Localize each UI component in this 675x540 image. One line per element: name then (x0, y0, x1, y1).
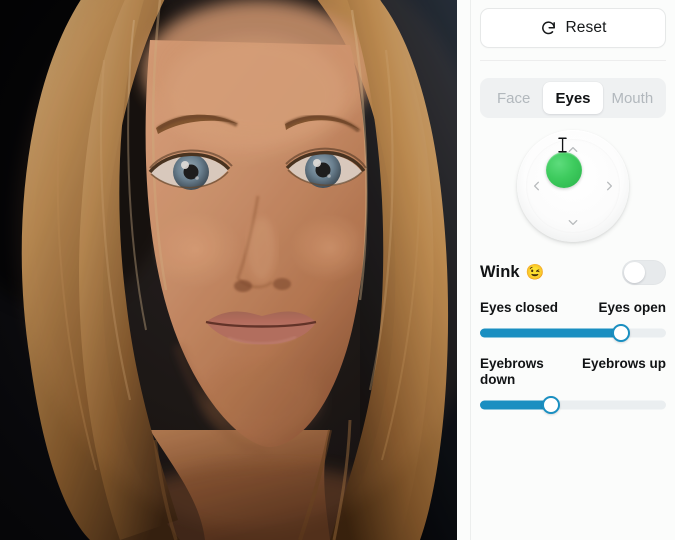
eyebrows-height-group: Eyebrows down Eyebrows up (480, 356, 666, 415)
eyebrows-height-slider[interactable] (480, 396, 666, 415)
gaze-joystick[interactable] (517, 130, 629, 242)
tab-mouth-label: Mouth (611, 89, 654, 107)
chevron-left-icon[interactable] (529, 179, 544, 194)
eyes-openness-labels: Eyes closed Eyes open (480, 300, 666, 317)
wink-row: Wink 😉 (480, 258, 666, 286)
eyes-openness-fill (480, 328, 622, 338)
eyebrows-height-labels: Eyebrows down Eyebrows up (480, 356, 666, 389)
eyes-openness-group: Eyes closed Eyes open (480, 300, 666, 342)
controls-panel: Reset Face Eyes Mouth Wink 😉 Eyes closed… (471, 0, 675, 540)
chevron-right-icon[interactable] (602, 179, 617, 194)
tab-face[interactable]: Face (484, 82, 543, 114)
section-divider (480, 60, 666, 61)
tab-face-label: Face (496, 89, 531, 107)
wink-toggle-knob (624, 261, 645, 283)
winking-face-icon: 😉 (525, 263, 545, 281)
reset-button-label: Reset (565, 19, 607, 36)
reset-button[interactable]: Reset (480, 8, 666, 48)
refresh-cw-icon (540, 20, 557, 37)
tab-mouth[interactable]: Mouth (603, 82, 662, 114)
feature-tabbar: Face Eyes Mouth (480, 78, 666, 118)
eyebrows-height-max-label: Eyebrows up (581, 355, 666, 371)
portrait-image (0, 0, 457, 540)
eyebrows-height-min-label: Eyebrows down (480, 355, 544, 388)
wink-label: Wink (480, 262, 520, 281)
gaze-joystick-wrap (480, 130, 666, 248)
tab-eyes[interactable]: Eyes (543, 82, 603, 114)
tab-eyes-label: Eyes (555, 89, 591, 107)
eyes-openness-min-label: Eyes closed (480, 300, 559, 315)
eyes-openness-slider[interactable] (480, 323, 666, 342)
wink-toggle[interactable] (622, 259, 666, 285)
eyes-openness-thumb[interactable] (612, 323, 631, 342)
face-editor-app: Reset Face Eyes Mouth Wink 😉 Eyes closed… (0, 0, 675, 540)
pane-divider (457, 0, 471, 540)
eyebrows-height-thumb[interactable] (541, 396, 560, 415)
chevron-down-icon[interactable] (566, 215, 581, 230)
portrait-preview[interactable] (0, 0, 457, 540)
eyes-openness-max-label: Eyes open (598, 300, 666, 315)
eyebrows-height-fill (480, 400, 551, 410)
